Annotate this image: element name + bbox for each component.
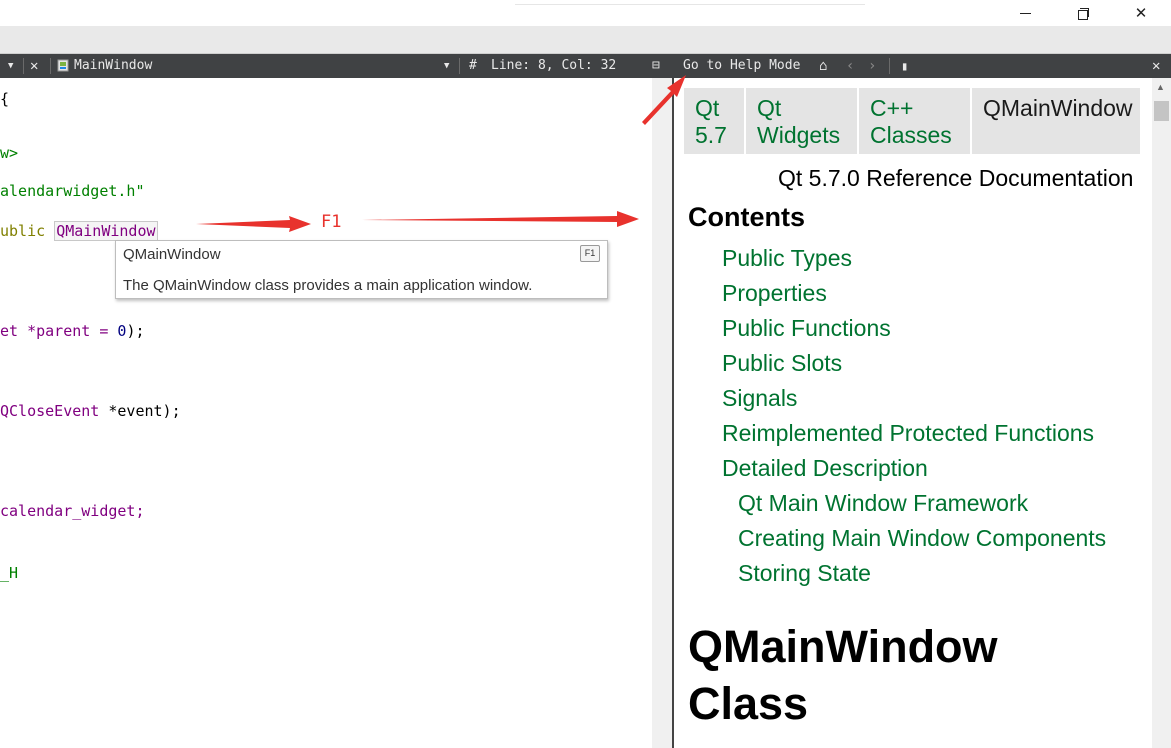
toolbar-divider [50, 58, 51, 74]
reference-doc-title: Qt 5.7.0 Reference Documentation [778, 165, 1134, 191]
code-line: et *parent = 0); [0, 322, 145, 340]
header-file-icon [57, 59, 69, 72]
code-line: _H [0, 564, 18, 582]
window-title-bar: ✕ [0, 0, 1171, 26]
editor-scrollbar[interactable] [652, 78, 672, 748]
tooltip-title: QMainWindow [123, 246, 221, 263]
toc-link[interactable]: Reimplemented Protected Functions [722, 420, 1094, 447]
home-icon[interactable]: ⌂ [819, 54, 827, 78]
breadcrumb: Qt 5.7 Qt Widgets C++ Classes QMainWindow [684, 88, 1140, 154]
breadcrumb-cpp-classes[interactable]: C++ Classes [859, 88, 970, 154]
f1-key-icon[interactable]: F1 [580, 245, 600, 262]
contents-heading: Contents [688, 202, 805, 232]
breadcrumb-qt-widgets[interactable]: Qt Widgets [746, 88, 857, 154]
window-close-button[interactable]: ✕ [1112, 0, 1170, 26]
restore-icon [1077, 7, 1089, 20]
chevron-down-icon[interactable]: ▼ [444, 54, 449, 78]
document-selector[interactable]: MainWindow [74, 54, 152, 78]
code-line: alendarwidget.h" [0, 182, 145, 200]
code-line: w> [0, 144, 18, 162]
close-help-icon[interactable]: ✕ [1152, 54, 1160, 78]
minimize-icon [1019, 12, 1031, 14]
toc-link[interactable]: Public Functions [722, 315, 891, 342]
tooltip-description: The QMainWindow class provides a main ap… [123, 277, 533, 294]
code-text: et *parent = [0, 322, 118, 340]
code-text: _H [0, 564, 19, 582]
toc-sublink[interactable]: Creating Main Window Components [738, 525, 1106, 552]
editor-toolbar: ▼ ✕ MainWindow ▼ # Line: 8, Col: 32 ⊟ [0, 54, 674, 78]
highlighted-symbol[interactable]: QMainWindow [54, 221, 158, 241]
toolbar-divider [459, 58, 460, 74]
toc-link[interactable]: Properties [722, 280, 827, 307]
scroll-up-icon[interactable]: ▲ [1156, 82, 1165, 92]
back-icon[interactable]: ‹ [846, 54, 854, 78]
code-editor[interactable]: { w> alendarwidget.h" ublic QMainWindow … [0, 78, 652, 748]
toc-link[interactable]: Signals [722, 385, 797, 412]
symbol-hash[interactable]: # [469, 54, 477, 78]
code-line: { [0, 90, 9, 108]
help-toolbar: Go to Help Mode ⌂ ‹ › ▮ ✕ [674, 54, 1171, 78]
code-text: ); [126, 322, 145, 340]
go-to-help-mode-button[interactable]: Go to Help Mode [683, 54, 800, 78]
toc-sublink[interactable]: Storing State [738, 560, 871, 587]
minimize-button[interactable] [996, 0, 1054, 26]
toolbar-divider [23, 58, 24, 74]
line-col-indicator[interactable]: Line: 8, Col: 32 [491, 54, 616, 78]
code-line: QCloseEvent *event); [0, 402, 181, 420]
code-text: ublic [0, 222, 55, 240]
toc-link[interactable]: Detailed Description [722, 455, 928, 482]
code-text: *event); [99, 402, 181, 420]
close-document-icon[interactable]: ✕ [30, 54, 38, 78]
code-text: QCloseEvent [0, 402, 100, 420]
breadcrumb-current: QMainWindow [972, 88, 1140, 154]
help-scrollbar-thumb[interactable] [1154, 101, 1169, 121]
breadcrumb-qt[interactable]: Qt 5.7 [684, 88, 744, 154]
menu-area [0, 26, 1171, 54]
help-panel: Qt 5.7 Qt Widgets C++ Classes QMainWindow Q… [674, 78, 1152, 748]
forward-icon[interactable]: › [868, 54, 876, 78]
close-icon: ✕ [1134, 4, 1148, 22]
toc-link[interactable]: Public Slots [722, 350, 842, 377]
split-view-icon[interactable]: ⊟ [652, 54, 660, 78]
code-text: { [0, 90, 10, 108]
code-line: calendar_widget; [0, 502, 145, 520]
maximize-button[interactable] [1054, 0, 1112, 26]
code-text: alendarwidget.h" [0, 182, 145, 200]
code-text: w> [0, 144, 19, 162]
page-title: QMainWindow Class [688, 621, 998, 729]
toc-sublink[interactable]: Qt Main Window Framework [738, 490, 1028, 517]
toc-link[interactable]: Public Types [722, 245, 852, 272]
title-bar-ghost-tab [515, 0, 865, 5]
bookmark-icon[interactable]: ▮ [901, 54, 908, 78]
symbol-tooltip: QMainWindow F1 The QMainWindow class pro… [115, 240, 608, 299]
code-text: calendar_widget; [0, 502, 145, 520]
toolbar-divider [889, 58, 890, 74]
code-line: ublic QMainWindow [0, 221, 158, 241]
help-scrollbar[interactable] [1152, 78, 1171, 748]
chevron-down-icon[interactable]: ▼ [8, 54, 13, 78]
